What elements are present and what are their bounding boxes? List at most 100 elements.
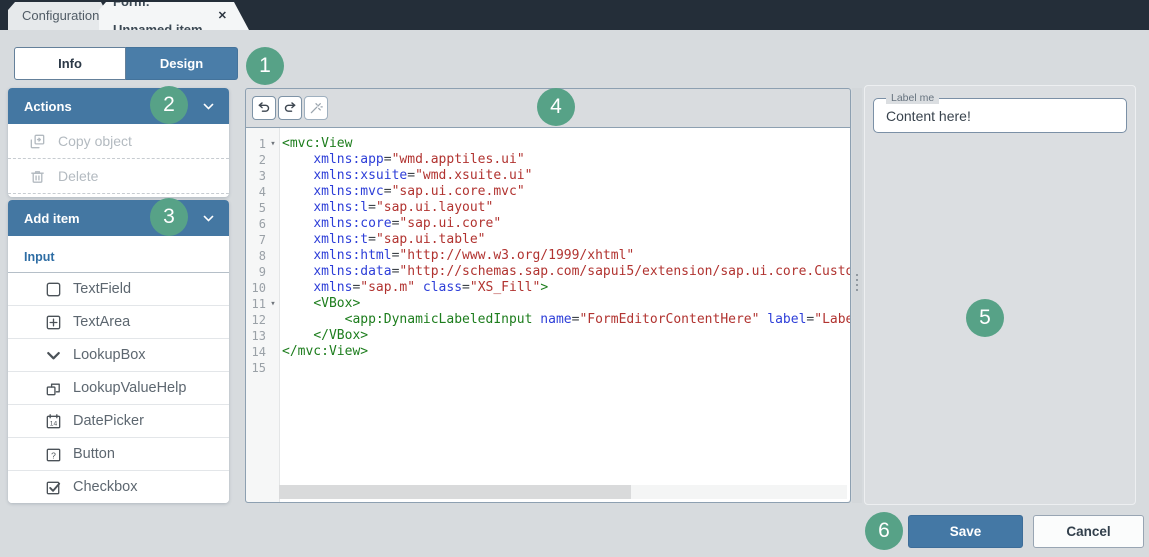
action-item-delete[interactable]: Delete bbox=[8, 159, 229, 193]
line-number: 14 bbox=[251, 345, 266, 359]
form-editor-app: Configuration Form: Unnamed item ✕ Info … bbox=[0, 0, 1149, 557]
dashed-divider bbox=[8, 193, 229, 194]
line-number: 2 bbox=[258, 153, 266, 167]
add-item-label: DatePicker bbox=[73, 413, 144, 429]
field-label: Label me bbox=[886, 92, 940, 104]
svg-text:14: 14 bbox=[50, 420, 58, 427]
add-item-textfield[interactable]: TextField bbox=[8, 273, 229, 306]
code-line: 9 xmlns:data="http://schemas.sap.com/sap… bbox=[246, 264, 850, 280]
add-item-label: LookupValueHelp bbox=[73, 380, 187, 396]
code-line: 11 ▾ <VBox> bbox=[246, 296, 850, 312]
format-wand-button[interactable] bbox=[304, 96, 328, 120]
redo-button[interactable] bbox=[278, 96, 302, 120]
code-line: 4 xmlns:mvc="sap.ui.core.mvc" bbox=[246, 184, 850, 200]
button-icon: ? bbox=[44, 445, 63, 464]
add-item-label: Checkbox bbox=[73, 479, 138, 495]
gutter-spacer bbox=[266, 312, 280, 328]
line-number: 10 bbox=[251, 281, 266, 295]
gutter-spacer bbox=[266, 216, 280, 232]
tab-label: Form: Unnamed item bbox=[113, 0, 203, 37]
code-lines: 1 ▾ <mvc:View 2 xmlns:app="wmd.apptiles.ui"… bbox=[246, 136, 850, 376]
design-tab-button[interactable]: Design bbox=[126, 47, 238, 80]
line-number: 9 bbox=[258, 265, 266, 279]
undo-button[interactable] bbox=[252, 96, 276, 120]
close-tab-icon[interactable]: ✕ bbox=[218, 2, 227, 30]
line-number: 15 bbox=[251, 361, 266, 375]
action-item-copy-object[interactable]: Copy object bbox=[8, 124, 229, 158]
panel-splitter[interactable] bbox=[852, 88, 862, 503]
code-line: 10 xmlns="sap.m" class="XS_Fill"> bbox=[246, 280, 850, 296]
svg-text:?: ? bbox=[51, 450, 56, 460]
code-line: 8 xmlns:html="http://www.w3.org/1999/xht… bbox=[246, 248, 850, 264]
line-number: 1 bbox=[258, 137, 266, 151]
add-item-panel-title: Add item bbox=[24, 210, 80, 226]
line-number: 7 bbox=[258, 233, 266, 247]
category-label-input: Input bbox=[24, 250, 55, 264]
add-item-lookupbox[interactable]: LookupBox bbox=[8, 339, 229, 372]
chevron-down-icon[interactable] bbox=[202, 212, 215, 225]
code-area[interactable]: 1 ▾ <mvc:View 2 xmlns:app="wmd.apptiles.ui"… bbox=[246, 127, 850, 502]
line-number: 8 bbox=[258, 249, 266, 263]
save-button[interactable]: Save bbox=[908, 515, 1023, 548]
annotation-badge-3: 3 bbox=[150, 198, 188, 236]
code-line: 12 <app:DynamicLabeledInput name="FormEd… bbox=[246, 312, 850, 328]
add-item-panel-header[interactable]: Add item bbox=[8, 200, 229, 236]
gutter-spacer bbox=[266, 248, 280, 264]
gutter-spacer bbox=[266, 264, 280, 280]
textfield-icon bbox=[44, 280, 63, 299]
line-number: 13 bbox=[251, 329, 266, 343]
line-number: 5 bbox=[258, 201, 266, 215]
gutter-spacer bbox=[266, 184, 280, 200]
properties-panel: Label me bbox=[864, 85, 1136, 505]
scrollbar-thumb[interactable] bbox=[279, 485, 632, 499]
line-number: 4 bbox=[258, 185, 266, 199]
add-item-list: TextField TextArea LookupBox LookupValueHel… bbox=[8, 273, 229, 503]
chevron-down-icon[interactable] bbox=[202, 100, 215, 113]
label-me-field: Label me bbox=[873, 92, 1127, 133]
info-tab-button[interactable]: Info bbox=[14, 47, 126, 80]
add-item-panel: Add item Input TextField TextArea LookupBo… bbox=[8, 200, 229, 503]
datepicker-icon: 14 bbox=[44, 412, 63, 431]
gutter-spacer bbox=[266, 232, 280, 248]
add-item-textarea[interactable]: TextArea bbox=[8, 306, 229, 339]
line-number: 11 bbox=[251, 297, 266, 311]
add-item-label: TextArea bbox=[73, 314, 131, 330]
code-line: 3 xmlns:xsuite="wmd.xsuite.ui" bbox=[246, 168, 850, 184]
cancel-button[interactable]: Cancel bbox=[1033, 515, 1144, 548]
code-line: 6 xmlns:core="sap.ui.core" bbox=[246, 216, 850, 232]
lookupvaluehelp-icon bbox=[44, 379, 63, 398]
undo-icon bbox=[257, 101, 271, 115]
code-line: 7 xmlns:t="sap.ui.table" bbox=[246, 232, 850, 248]
tab-bar: Configuration Form: Unnamed item ✕ bbox=[0, 0, 1149, 30]
tab-label: Configuration bbox=[22, 8, 100, 23]
splitter-grip-icon bbox=[856, 274, 858, 291]
code-line: 5 xmlns:l="sap.ui.layout" bbox=[246, 200, 850, 216]
add-item-label: LookupBox bbox=[73, 347, 146, 363]
gutter-spacer bbox=[266, 168, 280, 184]
horizontal-scrollbar[interactable] bbox=[279, 485, 847, 499]
tab-form-unnamed-item[interactable]: Form: Unnamed item ✕ bbox=[99, 2, 249, 30]
copy-icon bbox=[28, 132, 47, 151]
line-number: 6 bbox=[258, 217, 266, 231]
fold-arrow-icon[interactable]: ▾ bbox=[266, 136, 280, 152]
gutter-spacer bbox=[266, 328, 280, 344]
add-item-lookupvaluehelp[interactable]: LookupValueHelp bbox=[8, 372, 229, 405]
gutter-spacer bbox=[266, 280, 280, 296]
annotation-badge-2: 2 bbox=[150, 86, 188, 124]
annotation-badge-1: 1 bbox=[246, 47, 284, 85]
add-item-button[interactable]: ? Button bbox=[8, 438, 229, 471]
fold-arrow-icon[interactable]: ▾ bbox=[266, 296, 280, 312]
annotation-badge-5: 5 bbox=[966, 299, 1004, 337]
actions-panel-header[interactable]: Actions bbox=[8, 88, 229, 124]
add-item-checkbox[interactable]: Checkbox bbox=[8, 471, 229, 503]
trash-icon bbox=[28, 167, 47, 186]
add-item-label: Button bbox=[73, 446, 115, 462]
gutter-spacer bbox=[266, 344, 280, 360]
redo-icon bbox=[283, 101, 297, 115]
annotation-badge-4: 4 bbox=[537, 88, 575, 126]
add-item-datepicker[interactable]: 14 DatePicker bbox=[8, 405, 229, 438]
gutter-spacer bbox=[266, 200, 280, 216]
gutter-spacer bbox=[266, 360, 280, 376]
gutter-spacer bbox=[266, 152, 280, 168]
code-line: 14 </mvc:View> bbox=[246, 344, 850, 360]
